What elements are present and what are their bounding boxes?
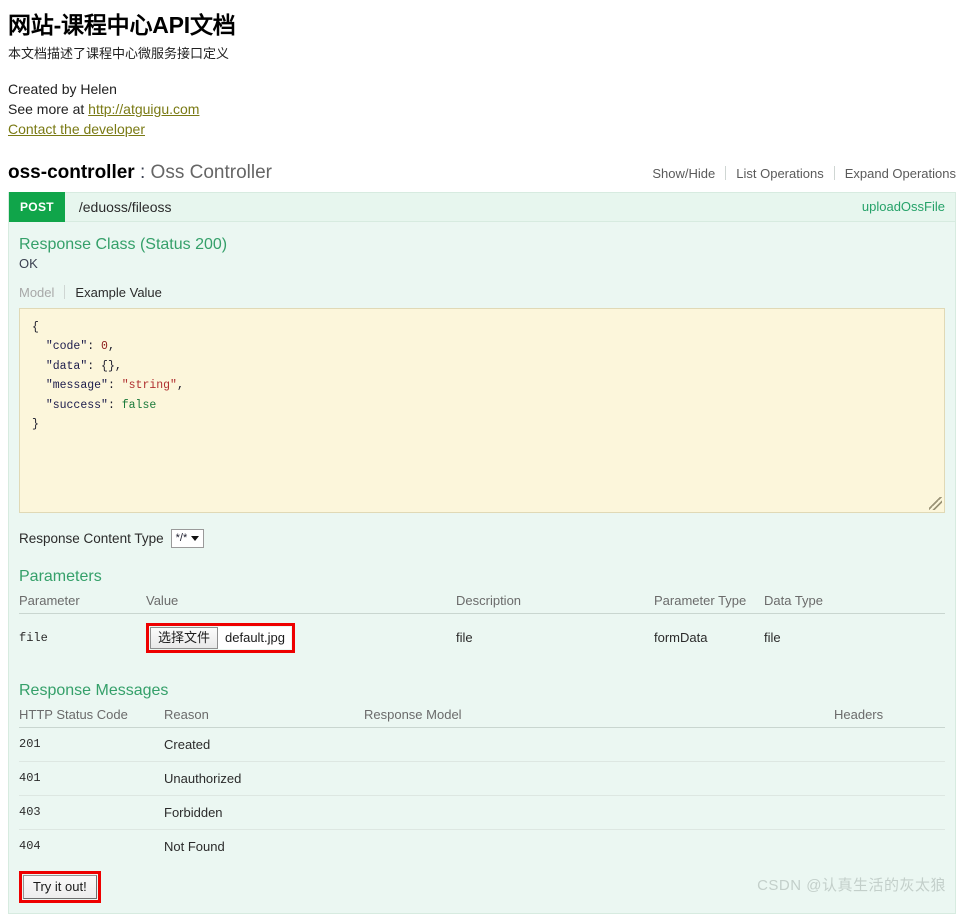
table-row: 201 Created	[19, 727, 945, 762]
file-input[interactable]: 选择文件 default.jpg	[150, 626, 292, 649]
parameters-header-row: Parameter Value Description Parameter Ty…	[19, 589, 945, 614]
resource-header: oss-controller : Oss Controller Show/Hid…	[8, 162, 956, 184]
response-content-type-label: Response Content Type	[19, 530, 164, 546]
response-content-type-select[interactable]: */*	[170, 528, 205, 548]
show-hide-link[interactable]: Show/Hide	[642, 166, 725, 181]
col-response-model: Response Model	[364, 703, 834, 728]
operation-summary[interactable]: uploadOssFile	[862, 199, 955, 214]
status-reason: Created	[164, 727, 364, 762]
see-more-prefix: See more at	[8, 101, 89, 118]
api-description: 本文档描述了课程中心微服务接口定义	[8, 46, 230, 61]
status-headers	[834, 795, 945, 830]
status-response-model	[364, 727, 834, 762]
selected-file-name: default.jpg	[225, 630, 286, 646]
col-http-status-code: HTTP Status Code	[19, 703, 164, 728]
status-code: 404	[19, 839, 41, 854]
try-it-out-button[interactable]: Try it out!	[23, 874, 97, 899]
status-response-model	[364, 761, 834, 796]
choose-file-button[interactable]: 选择文件	[150, 626, 219, 649]
status-reason: Not Found	[164, 838, 225, 854]
json-value-data: {}	[101, 359, 115, 373]
param-value-cell: 选择文件 default.jpg	[146, 613, 456, 662]
table-row: 401 Unauthorized	[19, 761, 945, 796]
status-reason: Unauthorized	[164, 761, 364, 796]
parameters-title: Parameters	[19, 567, 102, 585]
col-description: Description	[456, 589, 654, 614]
json-key-data: "data"	[45, 359, 88, 373]
see-more-line: See more at http://atguigu.com	[8, 99, 956, 119]
param-description: file	[456, 630, 473, 646]
table-row: 404 Not Found	[19, 829, 945, 863]
http-method-badge: POST	[9, 191, 65, 222]
operation-body: Response Class (Status 200) OK Model Exa…	[9, 222, 955, 913]
table-row: file 选择文件 default.jpg file formData file	[19, 613, 945, 662]
contact-line: Contact the developer	[8, 119, 956, 139]
parameters-table: Parameter Value Description Parameter Ty…	[19, 589, 945, 662]
json-close-brace: }	[32, 418, 39, 432]
json-key-code: "code"	[45, 340, 88, 354]
expand-operations-link[interactable]: Expand Operations	[835, 166, 956, 181]
response-messages-title: Response Messages	[19, 681, 169, 699]
status-headers	[834, 727, 945, 762]
json-value-success: false	[121, 398, 157, 412]
resource-separator: :	[134, 161, 151, 183]
json-value-message: "string"	[121, 379, 177, 393]
status-code: 403	[19, 795, 164, 830]
see-more-link[interactable]: http://atguigu.com	[88, 101, 199, 117]
col-parameter-type: Parameter Type	[654, 589, 764, 614]
operation-block: POST /eduoss/fileoss uploadOssFile Respo…	[8, 191, 956, 914]
table-row: 403 Forbidden	[19, 795, 945, 830]
response-class-title: Response Class (Status 200)	[19, 235, 228, 253]
param-data-type: file	[764, 630, 781, 646]
csdn-watermark: CSDN @认真生活的灰太狼	[757, 877, 946, 894]
status-reason: Forbidden	[164, 795, 364, 830]
param-type: formData	[654, 630, 708, 646]
json-value-code: 0	[101, 340, 108, 354]
example-value-textarea[interactable]: { "code": 0, "data": {}, "message": "str…	[19, 307, 945, 513]
status-response-model	[364, 795, 834, 830]
col-data-type: Data Type	[764, 589, 945, 614]
tab-model[interactable]: Model	[19, 285, 64, 300]
response-messages-header-row: HTTP Status Code Reason Response Model H…	[19, 703, 945, 728]
operation-header[interactable]: POST /eduoss/fileoss uploadOssFile	[9, 191, 955, 222]
chevron-down-icon	[191, 535, 200, 541]
resource-actions: Show/Hide List Operations Expand Operati…	[642, 166, 956, 181]
resource-title: oss-controller : Oss Controller	[8, 162, 272, 184]
api-info-block: 网站-课程中心API文档 本文档描述了课程中心微服务接口定义 Created b…	[0, 0, 964, 140]
status-headers	[834, 761, 945, 796]
model-tabs: Model Example Value	[19, 285, 945, 300]
operation-path[interactable]: /eduoss/fileoss	[65, 199, 862, 215]
page-title: 网站-课程中心API文档	[8, 12, 236, 38]
status-code: 201	[19, 727, 164, 762]
col-headers: Headers	[834, 703, 945, 728]
status-response-model	[364, 829, 834, 863]
response-messages-table: HTTP Status Code Reason Response Model H…	[19, 703, 945, 863]
status-code: 401	[19, 761, 164, 796]
contact-developer-link[interactable]: Contact the developer	[8, 121, 145, 137]
file-input-annotation: 选择文件 default.jpg	[146, 622, 296, 653]
col-reason: Reason	[164, 703, 364, 728]
col-parameter: Parameter	[19, 589, 146, 614]
response-class-status: OK	[19, 255, 38, 271]
json-key-message: "message"	[45, 379, 108, 393]
resource-name[interactable]: oss-controller	[8, 162, 135, 183]
col-value: Value	[146, 589, 456, 614]
list-operations-link[interactable]: List Operations	[726, 166, 833, 181]
resource-display-name: Oss Controller	[150, 161, 272, 183]
resize-grip-icon[interactable]	[929, 496, 942, 510]
param-name: file	[19, 630, 48, 645]
created-by-line: Created by Helen	[8, 80, 117, 97]
tab-example-value[interactable]: Example Value	[65, 285, 161, 300]
response-content-type-value: */*	[175, 532, 188, 545]
json-open-brace: {	[32, 320, 39, 334]
status-headers	[834, 829, 945, 863]
response-content-type-row: Response Content Type */*	[19, 528, 945, 548]
try-it-out-annotation: Try it out!	[19, 870, 101, 903]
json-key-success: "success"	[45, 398, 108, 412]
